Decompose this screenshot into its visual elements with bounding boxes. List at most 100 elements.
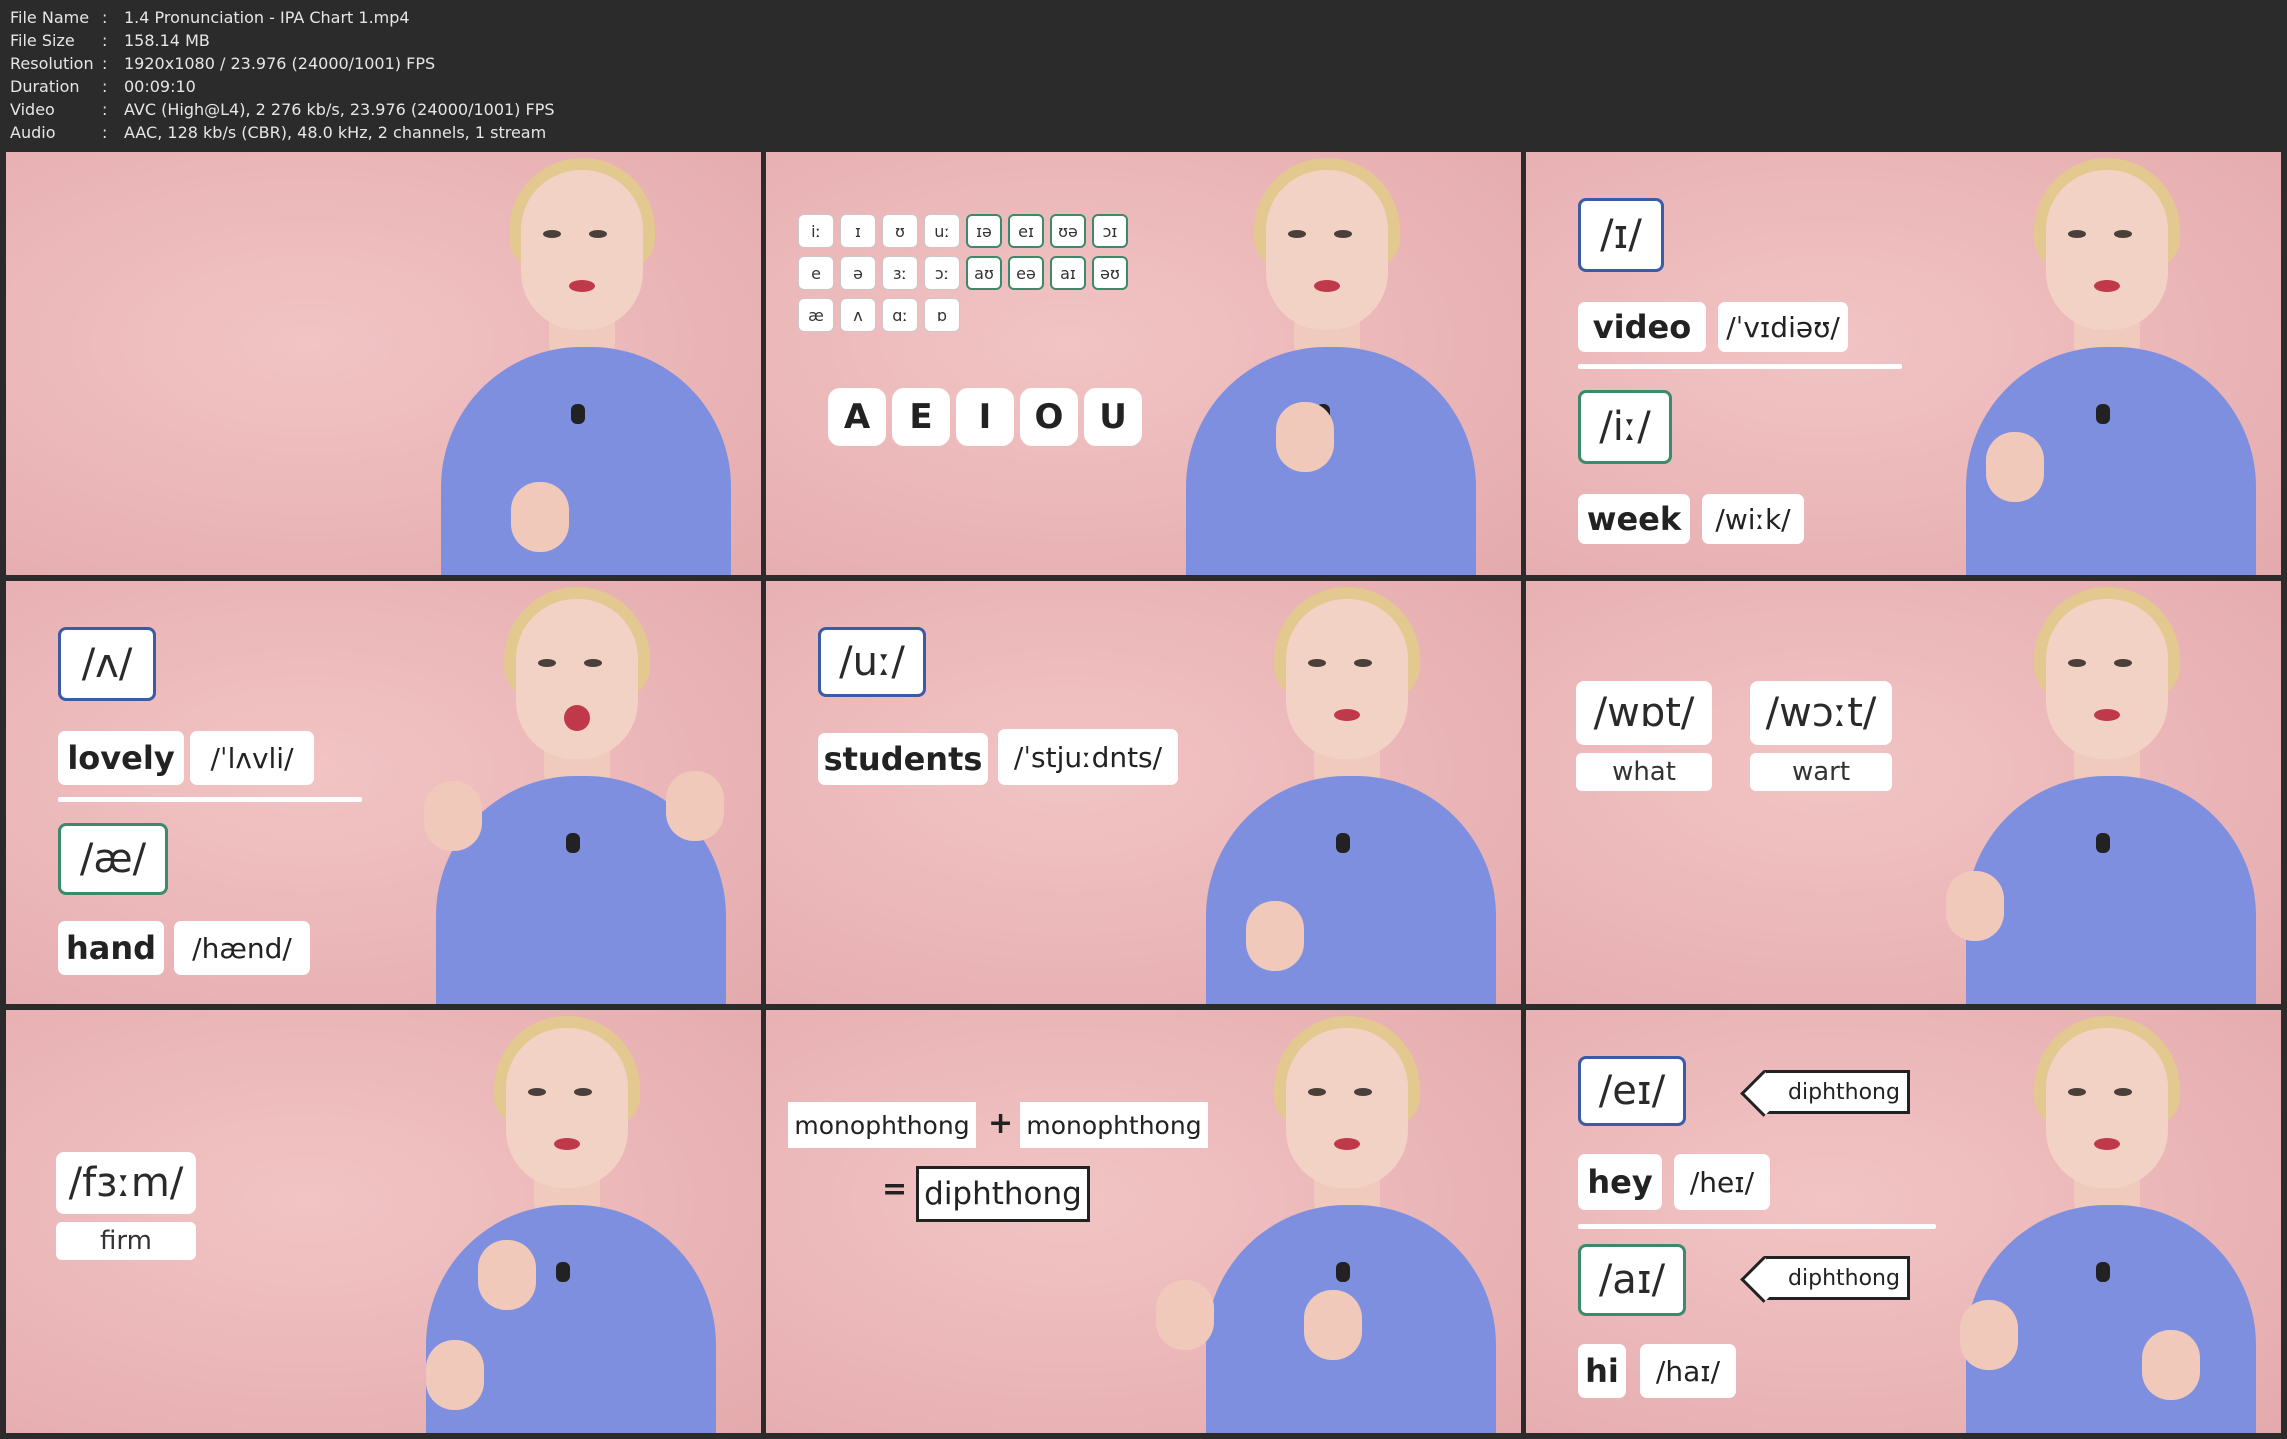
- presenter-hand: [1304, 1290, 1362, 1360]
- transcription: /heɪ/: [1674, 1154, 1770, 1210]
- diphthong-tag: diphthong: [1764, 1070, 1910, 1114]
- presenter-eye: [2114, 230, 2132, 238]
- presenter-eye: [2068, 1088, 2086, 1096]
- presenter-head: [516, 599, 638, 759]
- thumbnail-3[interactable]: /ɪ/ video /ˈvɪdiəʊ/ /iː/ week /wiːk/: [1526, 152, 2281, 575]
- thumbnail-4[interactable]: /ʌ/ lovely /ˈlʌvli/ /æ/ hand /hænd/: [6, 581, 761, 1004]
- info-sep: :: [102, 31, 108, 50]
- info-row: File Name:1.4 Pronunciation - IPA Chart …: [10, 6, 2287, 29]
- example-word: firm: [56, 1222, 196, 1260]
- ipa-symbol-card: /eɪ/: [1578, 1056, 1686, 1126]
- presenter-eye: [2068, 230, 2086, 238]
- presenter-hand: [426, 1340, 484, 1410]
- presenter-head: [1286, 599, 1408, 759]
- thumbnail-8[interactable]: monophthong + monophthong = diphthong: [766, 1010, 1521, 1433]
- lapel-mic-icon: [2096, 1262, 2110, 1282]
- presenter-shirt: [1206, 776, 1496, 1004]
- thumbnail-9[interactable]: /eɪ/ diphthong hey /heɪ/ /aɪ/ diphthong …: [1526, 1010, 2281, 1433]
- example-word: wart: [1750, 753, 1892, 791]
- presenter-eye: [584, 659, 602, 667]
- example-word: students: [818, 733, 988, 785]
- lapel-mic-icon: [566, 833, 580, 853]
- ipa-chip: ɜː: [882, 256, 918, 290]
- transcription: /ˈvɪdiəʊ/: [1718, 302, 1848, 352]
- info-key: Resolution: [10, 54, 94, 73]
- ipa-chip: ʌ: [840, 298, 876, 332]
- vowel-tile: U: [1084, 388, 1142, 446]
- ipa-chip: əʊ: [1092, 256, 1128, 290]
- ipa-chip: ʊə: [1050, 214, 1086, 248]
- monophthong-label: monophthong: [788, 1102, 976, 1148]
- info-key: Audio: [10, 123, 56, 142]
- example-word: hi: [1578, 1344, 1626, 1398]
- ipa-chip: e: [798, 256, 834, 290]
- thumbnail-2[interactable]: iː ɪ ʊ uː ɪə eɪ ʊə ɔɪ e ə ɜː ɔː aʊ eə aɪ…: [766, 152, 1521, 575]
- lapel-mic-icon: [1336, 1262, 1350, 1282]
- ipa-symbol-card: /wɔːt/: [1750, 681, 1892, 745]
- presenter-hand: [424, 781, 482, 851]
- info-row: Resolution:1920x1080 / 23.976 (24000/100…: [10, 52, 2287, 75]
- ipa-chip: uː: [924, 214, 960, 248]
- example-word: video: [1578, 302, 1706, 352]
- presenter-lips: [2094, 709, 2120, 721]
- presenter-eye: [528, 1088, 546, 1096]
- info-value: 00:09:10: [124, 77, 196, 96]
- thumbnail-5[interactable]: /uː/ students /ˈstjuːdnts/: [766, 581, 1521, 1004]
- info-key: Duration: [10, 77, 80, 96]
- vowel-tile: O: [1020, 388, 1078, 446]
- example-word: hand: [58, 921, 164, 975]
- presenter-figure: [1156, 1010, 1516, 1433]
- presenter-eye: [1354, 659, 1372, 667]
- lapel-mic-icon: [2096, 404, 2110, 424]
- presenter-head: [2046, 599, 2168, 759]
- ipa-chip: ɔɪ: [1092, 214, 1128, 248]
- info-row: Video: AVC (High@L4), 2 276 kb/s, 23.976 …: [10, 98, 2287, 121]
- info-value: 158.14 MB: [124, 31, 210, 50]
- info-value: AVC (High@L4), 2 276 kb/s, 23.976 (24000…: [124, 100, 555, 119]
- ipa-symbol-card: /iː/: [1578, 390, 1672, 464]
- transcription: /wiːk/: [1702, 494, 1804, 544]
- info-key: File Size: [10, 31, 75, 50]
- monophthong-label: monophthong: [1020, 1102, 1208, 1148]
- lapel-mic-icon: [556, 1262, 570, 1282]
- presenter-figure: [406, 1010, 736, 1433]
- presenter-hand: [478, 1240, 536, 1310]
- ipa-chip: ɪə: [966, 214, 1002, 248]
- presenter-head: [2046, 170, 2168, 330]
- ipa-chip: ʊ: [882, 214, 918, 248]
- presenter-lips: [1334, 1138, 1360, 1150]
- vowel-tile: A: [828, 388, 886, 446]
- thumbnail-6[interactable]: /wɒt/ what /wɔːt/ wart: [1526, 581, 2281, 1004]
- ipa-symbol-card: /aɪ/: [1578, 1244, 1686, 1316]
- presenter-eye: [538, 659, 556, 667]
- presenter-shirt: [441, 347, 731, 575]
- presenter-head: [521, 170, 643, 330]
- presenter-shirt: [1966, 776, 2256, 1004]
- presenter-hand: [2142, 1330, 2200, 1400]
- presenter-figure: [1946, 1010, 2276, 1433]
- transcription: /haɪ/: [1640, 1344, 1736, 1398]
- presenter-lips: [564, 705, 590, 731]
- thumbnail-1[interactable]: [6, 152, 761, 575]
- transcription: /ˈstjuːdnts/: [998, 729, 1178, 785]
- presenter-lips: [554, 1138, 580, 1150]
- equals-sign: =: [882, 1172, 908, 1207]
- info-key: File Name: [10, 8, 90, 27]
- presenter-hand: [1246, 901, 1304, 971]
- ipa-symbol-card: /wɒt/: [1576, 681, 1712, 745]
- example-word: lovely: [58, 731, 184, 785]
- info-row: Audio: AAC, 128 kb/s (CBR), 48.0 kHz, 2 c…: [10, 121, 2287, 144]
- presenter-hand: [666, 771, 724, 841]
- presenter-eye: [1354, 1088, 1372, 1096]
- thumbnail-7[interactable]: /fɜːm/ firm: [6, 1010, 761, 1433]
- presenter-hand: [1946, 871, 2004, 941]
- info-value: 1.4 Pronunciation - IPA Chart 1.mp4: [124, 8, 410, 27]
- ipa-chip: eɪ: [1008, 214, 1044, 248]
- thumbnail-grid: iː ɪ ʊ uː ɪə eɪ ʊə ɔɪ e ə ɜː ɔː aʊ eə aɪ…: [0, 146, 2287, 1439]
- presenter-hand: [1276, 402, 1334, 472]
- vowel-tile: I: [956, 388, 1014, 446]
- info-sep: :: [102, 77, 108, 96]
- ipa-chip: iː: [798, 214, 834, 248]
- presenter-eye: [1308, 659, 1326, 667]
- presenter-figure: [1186, 581, 1516, 1004]
